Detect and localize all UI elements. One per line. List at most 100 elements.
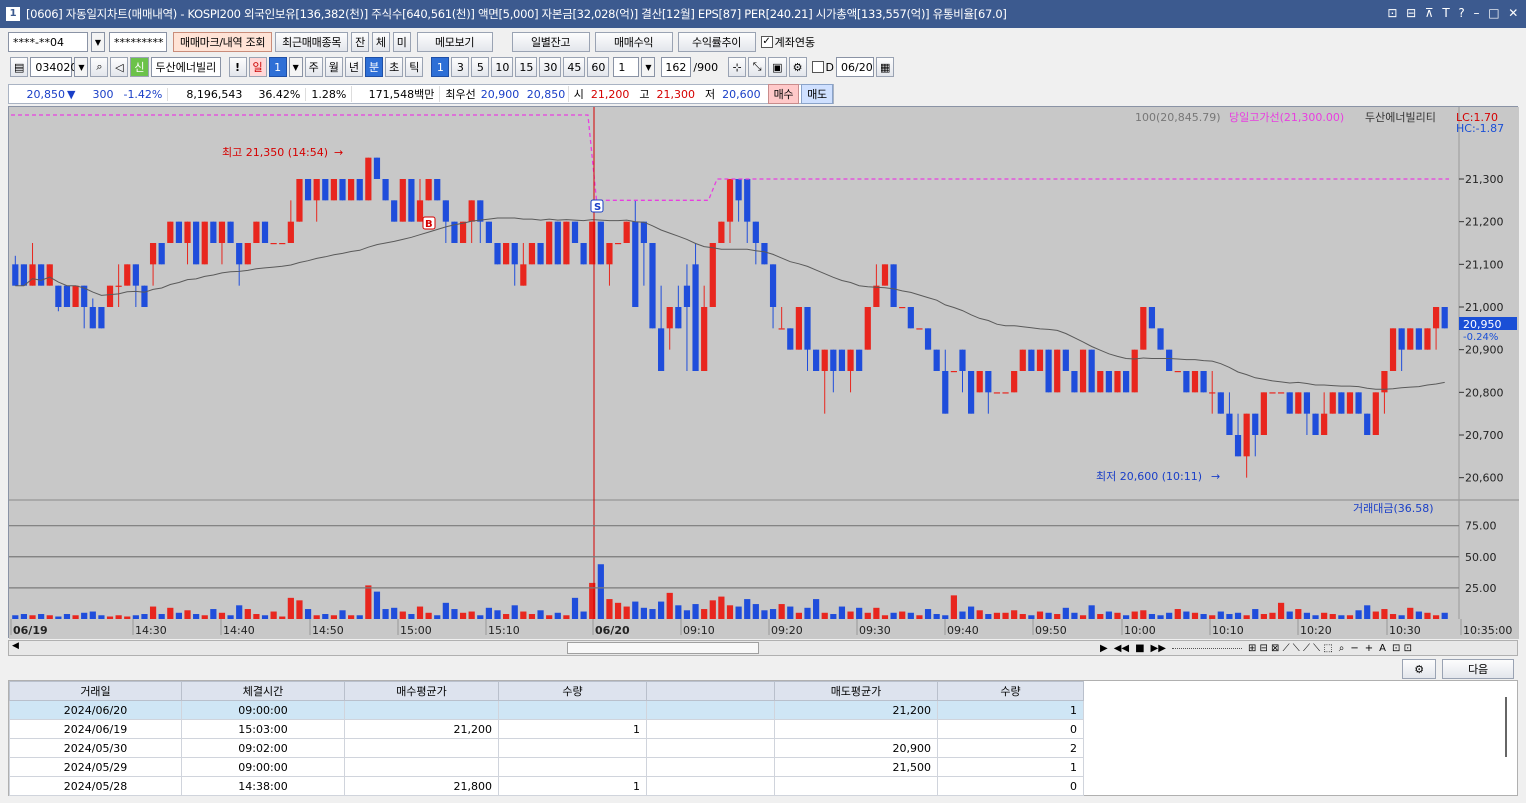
close-icon[interactable]: ✕ bbox=[1508, 6, 1518, 20]
executed-button[interactable]: 체 bbox=[371, 32, 390, 52]
account-link-label: 계좌연동 bbox=[774, 36, 816, 49]
more-tools-icon[interactable]: ⊡ ⊡ bbox=[1392, 643, 1412, 654]
period-month-button[interactable]: 월 bbox=[324, 57, 343, 77]
mark-view-button[interactable]: 매매마크/내역 조회 bbox=[173, 32, 273, 52]
date-input[interactable]: 06/20 bbox=[836, 57, 874, 77]
candle-body bbox=[408, 179, 415, 222]
daily-balance-button[interactable]: 일별잔고 bbox=[511, 32, 590, 52]
interval-45-button[interactable]: 45 bbox=[563, 57, 586, 77]
volume-bar bbox=[924, 609, 932, 619]
interval-3-button[interactable]: 3 bbox=[451, 57, 470, 77]
scroll-left-icon[interactable]: ◀ bbox=[12, 641, 19, 651]
period-count-dropdown[interactable]: ▼ bbox=[288, 57, 303, 77]
save-icon[interactable]: ▣ bbox=[768, 57, 787, 77]
search-icon[interactable]: ⌕ bbox=[90, 57, 109, 77]
interval-input[interactable]: 1 bbox=[613, 57, 640, 77]
volume-bar bbox=[218, 612, 226, 619]
trade-profit-button[interactable]: 매매수익 bbox=[594, 32, 673, 52]
recent-trades-button[interactable]: 최근매매종목 bbox=[275, 32, 349, 52]
table-cell: 2024/06/20 bbox=[9, 700, 182, 720]
stock-code-input[interactable]: 034020 bbox=[30, 57, 77, 77]
volume-bar bbox=[184, 610, 191, 619]
d-checkbox[interactable] bbox=[811, 61, 824, 73]
buy-button[interactable]: 매수 bbox=[767, 84, 800, 104]
dock-icon[interactable]: ⊡ bbox=[1387, 6, 1397, 20]
interval-5-button[interactable]: 5 bbox=[471, 57, 490, 77]
zoom-slider[interactable] bbox=[1171, 647, 1242, 649]
scroll-right-icon[interactable]: ▶ bbox=[1100, 643, 1108, 654]
interval-dropdown[interactable]: ▼ bbox=[641, 57, 656, 77]
table-row[interactable]: 2024/06/20 09:00:00 21,200 1 bbox=[9, 700, 1084, 720]
volume-bar bbox=[597, 564, 604, 619]
account-dropdown[interactable]: ▼ bbox=[91, 32, 105, 52]
volume-bar bbox=[261, 615, 269, 619]
minimize-icon[interactable]: – bbox=[1473, 6, 1479, 20]
text-tool-icon[interactable]: A bbox=[1379, 643, 1386, 654]
period-second-button[interactable]: 초 bbox=[385, 57, 404, 77]
speaker-icon[interactable]: ◁ bbox=[110, 57, 129, 77]
account-input[interactable]: ****-**04 bbox=[8, 32, 88, 52]
gear-icon[interactable]: ⚙ bbox=[788, 57, 807, 77]
table-cell: 09:00:00 bbox=[181, 700, 345, 720]
period-day-button[interactable]: 일 bbox=[248, 57, 267, 77]
table-row[interactable]: 2024/05/30 09:02:00 20,900 2 bbox=[9, 738, 1084, 758]
balance-button[interactable]: 잔 bbox=[351, 32, 369, 52]
interval-15-button[interactable]: 15 bbox=[515, 57, 538, 77]
table-scrollbar[interactable] bbox=[1505, 697, 1513, 757]
interval-60-button[interactable]: 60 bbox=[587, 57, 610, 77]
period-week-button[interactable]: 주 bbox=[304, 57, 323, 77]
period-tick-button[interactable]: 틱 bbox=[405, 57, 424, 77]
interval-30-button[interactable]: 30 bbox=[539, 57, 562, 77]
candle-body bbox=[1114, 371, 1121, 393]
unfilled-button[interactable]: 미 bbox=[392, 32, 411, 52]
zoom-out-icon[interactable]: ⌕ bbox=[1339, 643, 1345, 654]
table-row[interactable]: 2024/06/19 15:03:00 21,200 1 0 bbox=[9, 719, 1084, 739]
font-icon[interactable]: T bbox=[1442, 6, 1449, 20]
stop-icon[interactable]: ■ bbox=[1135, 643, 1144, 654]
pin-icon[interactable]: ⊼ bbox=[1425, 6, 1434, 20]
stock-code-dropdown[interactable]: ▼ bbox=[74, 57, 89, 77]
crosshair-icon[interactable]: ⊹ bbox=[728, 57, 747, 77]
rewind-icon[interactable]: ◀◀ bbox=[1114, 643, 1129, 654]
current-price: 20,850 bbox=[26, 87, 66, 101]
count-input[interactable]: 162 bbox=[661, 57, 692, 77]
period-count-button[interactable]: 1 bbox=[268, 57, 287, 77]
volume-bar bbox=[313, 615, 320, 619]
draw-tools-icon[interactable]: ⊞ ⊟ ⊠ ⟋ ⟍ ⟋ ⟍ ⬚ bbox=[1248, 643, 1333, 654]
account-link-checkbox[interactable]: ✓ 계좌연동 bbox=[760, 34, 816, 50]
table-cell: 21,200 bbox=[344, 719, 499, 739]
volume-bar bbox=[830, 614, 837, 619]
help-icon[interactable]: ? bbox=[1458, 6, 1464, 20]
settings-button[interactable]: ⚙ bbox=[1402, 659, 1436, 679]
scroll-thumb[interactable] bbox=[567, 642, 759, 654]
maximize-icon[interactable]: □ bbox=[1488, 6, 1499, 20]
table-row[interactable]: 2024/05/28 14:38:00 21,800 1 0 bbox=[9, 776, 1084, 796]
candle-body bbox=[813, 349, 820, 371]
forward-icon[interactable]: ▶▶ bbox=[1151, 643, 1166, 654]
plus-icon[interactable]: + bbox=[1365, 643, 1373, 654]
volume-bar bbox=[296, 600, 303, 619]
draw-tool-icon[interactable]: ⤡ bbox=[748, 57, 767, 77]
calendar-icon[interactable]: ▦ bbox=[876, 57, 895, 77]
alert-button[interactable]: ! bbox=[228, 57, 247, 77]
volume-bar bbox=[976, 610, 983, 619]
interval-1-button[interactable]: 1 bbox=[431, 57, 450, 77]
candle-body bbox=[1011, 371, 1018, 393]
period-year-button[interactable]: 년 bbox=[344, 57, 364, 77]
return-trend-button[interactable]: 수익률추이 bbox=[677, 32, 756, 52]
password-input[interactable]: ********* bbox=[109, 32, 167, 52]
candle-body bbox=[253, 221, 260, 243]
interval-10-button[interactable]: 10 bbox=[491, 57, 514, 77]
price-chart[interactable]: 21,300 21,200 21,100 21,000 20,900 20,800 20,7… bbox=[8, 106, 1519, 639]
table-cell bbox=[646, 738, 775, 758]
restore-icon[interactable]: ⊟ bbox=[1406, 6, 1416, 20]
next-button[interactable]: 다음 bbox=[1442, 659, 1514, 679]
layout-icon[interactable]: ▤ bbox=[10, 57, 29, 77]
stock-name-field[interactable]: 두산에너빌리 bbox=[150, 57, 221, 77]
memo-button[interactable]: 메모보기 bbox=[416, 32, 493, 52]
table-row[interactable]: 2024/05/29 09:00:00 21,500 1 bbox=[9, 757, 1084, 777]
period-minute-button[interactable]: 분 bbox=[365, 57, 384, 77]
sell-button[interactable]: 매도 bbox=[801, 84, 833, 104]
minus-icon[interactable]: − bbox=[1350, 643, 1358, 654]
volume-bar bbox=[993, 612, 1001, 619]
